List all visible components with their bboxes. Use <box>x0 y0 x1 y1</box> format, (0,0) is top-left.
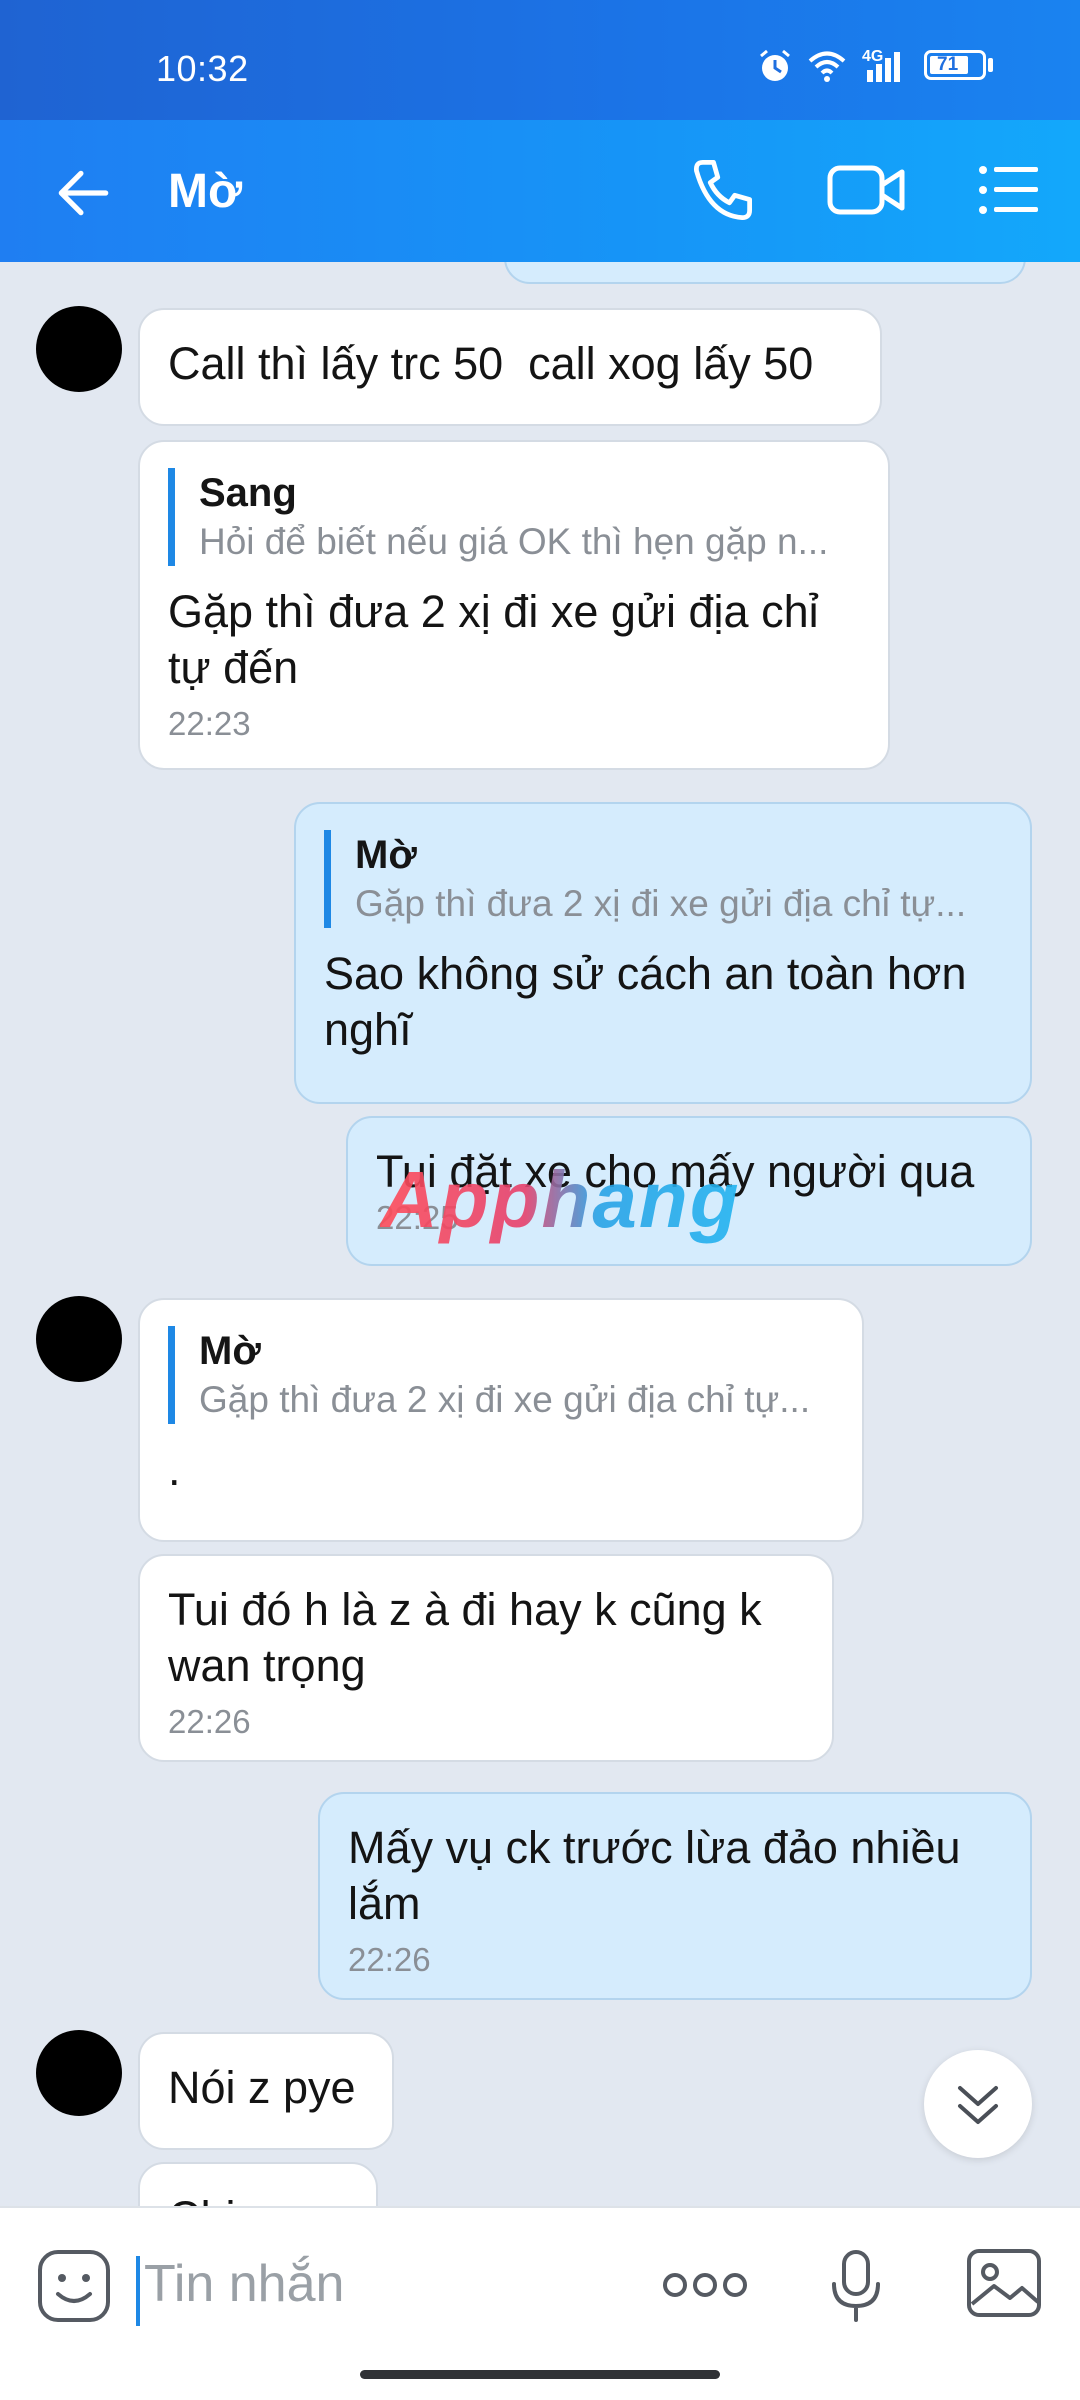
avatar[interactable] <box>36 2030 122 2116</box>
video-call-icon[interactable] <box>826 158 906 222</box>
message-time: 22:26 <box>348 1941 431 1978</box>
message-text: Tui đó h là z à đi hay k cũng k wan trọn… <box>168 1584 762 1691</box>
reply-sender: Sang <box>199 471 297 515</box>
message-input[interactable]: Tin nhắn <box>144 2254 344 2314</box>
watermark-logo: Apphang <box>380 1155 741 1244</box>
microphone-icon[interactable] <box>826 2248 886 2324</box>
text-cursor <box>136 2256 140 2326</box>
message-bubble-partial <box>504 262 1026 284</box>
wifi-icon <box>808 51 846 82</box>
reply-quote[interactable]: Mờ Gặp thì đưa 2 xị đi xe gửi địa chỉ tự… <box>168 1326 834 1424</box>
scroll-to-bottom-button[interactable] <box>924 2050 1032 2158</box>
signal-icon <box>867 52 900 82</box>
phone-call-icon[interactable] <box>688 156 756 224</box>
menu-list-icon[interactable] <box>976 158 1040 222</box>
message-bubble[interactable]: Sang Hỏi để biết nếu giá OK thì hẹn gặp … <box>138 440 890 770</box>
message-bubble-outgoing[interactable]: Mờ Gặp thì đưa 2 xị đi xe gửi địa chỉ tự… <box>294 802 1032 1104</box>
message-bubble[interactable]: Call thì lấy trc 50 call xog lấy 50 <box>138 308 882 426</box>
reply-sender: Mờ <box>199 1329 261 1373</box>
message-bubble[interactable]: Tui đó h là z à đi hay k cũng k wan trọn… <box>138 1554 834 1762</box>
reply-quote[interactable]: Sang Hỏi để biết nếu giá OK thì hẹn gặp … <box>168 468 860 566</box>
reply-text: Gặp thì đưa 2 xị đi xe gửi địa chỉ tự... <box>355 883 967 924</box>
alarm-icon <box>760 49 790 81</box>
home-indicator[interactable] <box>360 2370 720 2379</box>
reply-quote[interactable]: Mờ Gặp thì đưa 2 xị đi xe gửi địa chỉ tự… <box>324 830 1002 928</box>
message-bubble-outgoing[interactable]: Mấy vụ ck trước lừa đảo nhiều lắm 22:26 <box>318 1792 1032 2000</box>
message-time: 22:26 <box>168 1703 251 1740</box>
back-arrow-icon[interactable] <box>52 162 114 224</box>
system-nav-bar <box>0 2336 1080 2400</box>
message-text: Gặp thì đưa 2 xị đi xe gửi địa chỉ tự đế… <box>168 586 819 693</box>
battery-level: 71 <box>937 54 959 75</box>
message-text: Chị <box>168 2190 348 2206</box>
avatar[interactable] <box>36 306 122 392</box>
message-text: . <box>168 1444 181 1495</box>
reply-text: Gặp thì đưa 2 xị đi xe gửi địa chỉ tự... <box>199 1379 811 1420</box>
conversation-title[interactable]: Mờ <box>168 164 242 219</box>
more-options-icon[interactable] <box>662 2270 748 2300</box>
composer-bar: Tin nhắn <box>0 2206 1080 2338</box>
avatar[interactable] <box>36 1296 122 1382</box>
message-bubble[interactable]: Nói z pye <box>138 2032 394 2150</box>
message-text: Sao không sử cách an toàn hơn nghĩ <box>324 948 967 1055</box>
message-list[interactable]: Call thì lấy trc 50 call xog lấy 50 Sang… <box>0 262 1080 2206</box>
message-text: Nói z pye <box>168 2062 356 2113</box>
battery-icon: 71 <box>924 50 986 80</box>
reply-text: Hỏi để biết nếu giá OK thì hẹn gặp n... <box>199 521 829 562</box>
message-bubble[interactable]: Chị <box>138 2162 378 2206</box>
clock: 10:32 <box>156 48 249 89</box>
message-bubble[interactable]: Mờ Gặp thì đưa 2 xị đi xe gửi địa chỉ tự… <box>138 1298 864 1542</box>
message-text: Call thì lấy trc 50 call xog lấy 50 <box>168 338 814 389</box>
image-gallery-icon[interactable] <box>966 2248 1042 2318</box>
double-chevron-down-icon <box>958 2086 998 2124</box>
status-bar: 10:32 4G 71 <box>0 0 1080 120</box>
reply-sender: Mờ <box>355 833 417 877</box>
sticker-emoji-icon[interactable] <box>36 2248 112 2324</box>
chat-header: Mờ <box>0 120 1080 262</box>
message-time: 22:23 <box>168 705 251 742</box>
message-text: Mấy vụ ck trước lừa đảo nhiều lắm <box>348 1822 961 1929</box>
